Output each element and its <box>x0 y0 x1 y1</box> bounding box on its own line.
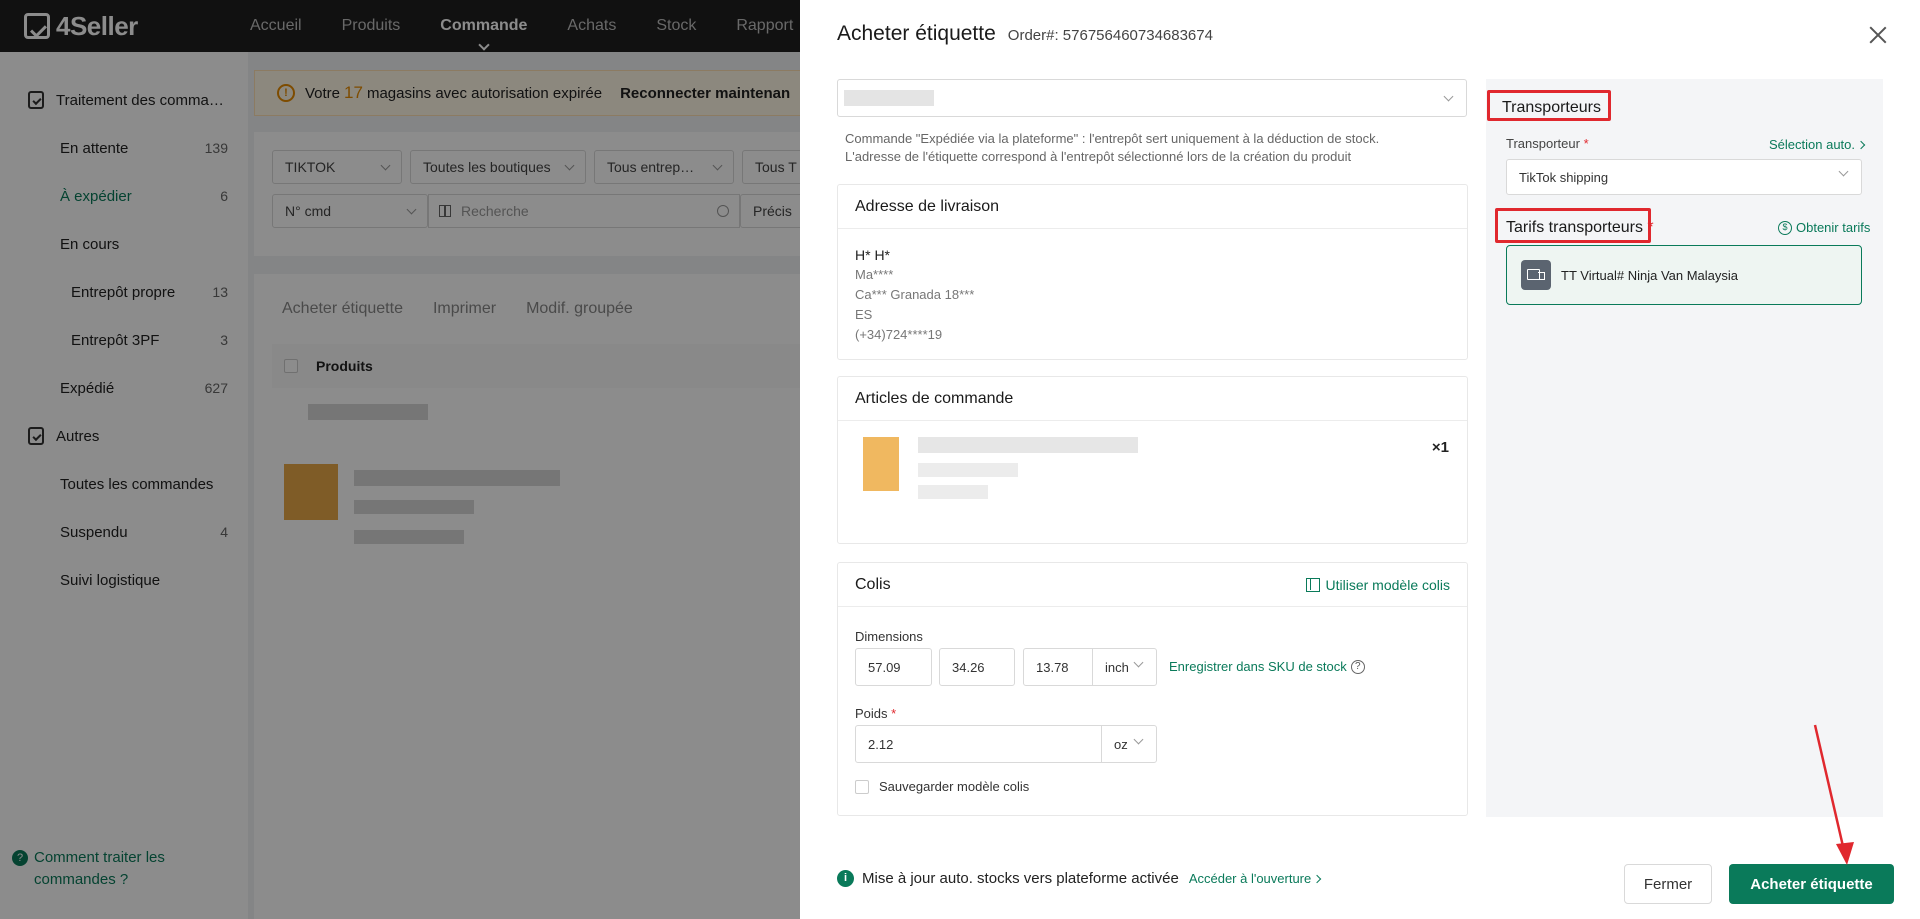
carrier-value: TikTok shipping <box>1519 169 1609 185</box>
item-quantity: ×1 <box>1431 439 1449 456</box>
help-circle-icon[interactable]: ? <box>1350 659 1365 674</box>
weight-label: Poids * <box>855 706 896 721</box>
save-template-checkbox[interactable] <box>855 779 869 794</box>
length-input[interactable]: 57.09 <box>855 648 932 686</box>
highlight-box <box>1487 90 1611 121</box>
recipient-name: H* H* <box>855 247 891 263</box>
required-marker: * <box>1583 136 1589 151</box>
address-line: Ma**** <box>855 267 894 282</box>
chevron-right-icon <box>1856 140 1866 149</box>
open-settings-label: Accéder à l'ouverture <box>1188 871 1312 886</box>
warehouse-note-line: Commande "Expédiée via la plateforme" : … <box>845 131 1380 146</box>
auto-select-link[interactable]: Sélection auto. <box>1769 137 1866 152</box>
carrier-select[interactable]: TikTok shipping <box>1506 159 1862 195</box>
use-package-template-link[interactable]: Utiliser modèle colis <box>1305 576 1450 593</box>
card-title: Adresse de livraison <box>855 197 1000 215</box>
drawer-title: Acheter étiquette <box>837 22 996 45</box>
dimension-unit-value: inch <box>1105 659 1129 675</box>
card-header: Articles de commande <box>838 377 1467 421</box>
carriers-panel: Transporteurs Transporteur * Sélection a… <box>1486 79 1883 817</box>
weight-unit-value: oz <box>1114 736 1128 752</box>
warehouse-dropdown[interactable] <box>837 79 1467 117</box>
open-settings-link[interactable]: Accéder à l'ouverture <box>1188 871 1322 886</box>
card-title: Colis <box>855 575 891 593</box>
carrier-label: Transporteur * <box>1506 136 1589 151</box>
highlight-box <box>1495 208 1651 243</box>
required-marker: * <box>891 706 897 721</box>
truck-icon <box>1521 260 1551 290</box>
info-icon: i <box>837 870 854 887</box>
card-header: Colis Utiliser modèle colis <box>838 563 1467 607</box>
address-block: H* H* Ma**** Ca*** Granada 18*** ES (+34… <box>838 229 1467 361</box>
chevron-down-icon <box>1133 734 1144 745</box>
drawer-header: Acheter étiquette Order#: 57675646073468… <box>837 22 1213 46</box>
use-template-label: Utiliser modèle colis <box>1325 576 1450 593</box>
chevron-down-icon <box>1838 166 1849 177</box>
arrow-head <box>1836 842 1854 865</box>
buy-label-drawer: Acheter étiquette Order#: 57675646073468… <box>800 0 1920 919</box>
height-value: 13.78 <box>1036 659 1069 675</box>
blurred-product-detail <box>918 463 1018 477</box>
weight-value: 2.12 <box>868 736 894 752</box>
weight-input[interactable]: 2.12 <box>855 725 1102 763</box>
carrier-label-text: Transporteur <box>1506 136 1580 151</box>
address-phone: (+34)724****19 <box>855 327 943 342</box>
drawer-footer: i Mise à jour auto. stocks vers platefor… <box>837 870 1322 887</box>
dollar-icon: $ <box>1778 220 1792 235</box>
blurred-warehouse-value <box>844 90 934 106</box>
card-title: Articles de commande <box>855 389 1014 407</box>
length-value: 57.09 <box>868 659 901 675</box>
template-icon <box>1305 577 1320 592</box>
get-rates-label: Obtenir tarifs <box>1796 220 1871 235</box>
save-to-sku-link[interactable]: Enregistrer dans SKU de stock ? <box>1169 659 1365 674</box>
package-card: Colis Utiliser modèle colis Dimensions 5… <box>837 562 1468 816</box>
shipping-address-card: Adresse de livraison H* H* Ma**** Ca*** … <box>837 184 1468 360</box>
order-number: Order#: 576756460734683674 <box>1007 27 1213 44</box>
annotation-arrow <box>1813 724 1854 865</box>
address-line: Ca*** Granada 18*** <box>855 287 975 302</box>
chevron-down-icon <box>1133 657 1144 668</box>
dimensions-label: Dimensions <box>855 629 923 644</box>
warehouse-note: Commande "Expédiée via la plateforme" : … <box>845 130 1465 166</box>
card-header: Adresse de livraison <box>838 185 1467 229</box>
width-value: 34.26 <box>952 659 985 675</box>
address-country: ES <box>855 307 873 322</box>
blurred-product-detail <box>918 485 988 499</box>
save-template-label: Sauvegarder modèle colis <box>879 779 1030 794</box>
order-items-card: Articles de commande ×1 <box>837 376 1468 544</box>
blurred-product-name <box>918 437 1138 453</box>
width-input[interactable]: 34.26 <box>939 648 1015 686</box>
chevron-down-icon <box>1443 91 1454 102</box>
dimension-unit-select[interactable]: inch <box>1092 648 1157 686</box>
save-template-option[interactable]: Sauvegarder modèle colis <box>855 779 1029 794</box>
product-thumbnail <box>863 437 899 491</box>
auto-select-label: Sélection auto. <box>1769 137 1856 152</box>
rate-option-label: TT Virtual# Ninja Van Malaysia <box>1561 267 1739 283</box>
close-button[interactable]: Fermer <box>1624 864 1712 904</box>
buy-label-button[interactable]: Acheter étiquette <box>1729 864 1894 904</box>
chevron-right-icon <box>1313 874 1322 883</box>
save-sku-label: Enregistrer dans SKU de stock <box>1169 659 1347 674</box>
weight-label-text: Poids <box>855 706 888 721</box>
get-rates-link[interactable]: $ Obtenir tarifs <box>1778 220 1870 235</box>
rate-option-ninja-van[interactable]: TT Virtual# Ninja Van Malaysia <box>1506 245 1862 305</box>
auto-stock-notice: Mise à jour auto. stocks vers plateforme… <box>862 870 1179 887</box>
warehouse-note-line: L'adresse de l'étiquette correspond à l'… <box>845 149 1352 164</box>
arrow-shaft <box>1813 724 1847 856</box>
weight-unit-select[interactable]: oz <box>1101 725 1157 763</box>
close-icon[interactable] <box>1869 26 1887 44</box>
height-input[interactable]: 13.78 <box>1023 648 1093 686</box>
